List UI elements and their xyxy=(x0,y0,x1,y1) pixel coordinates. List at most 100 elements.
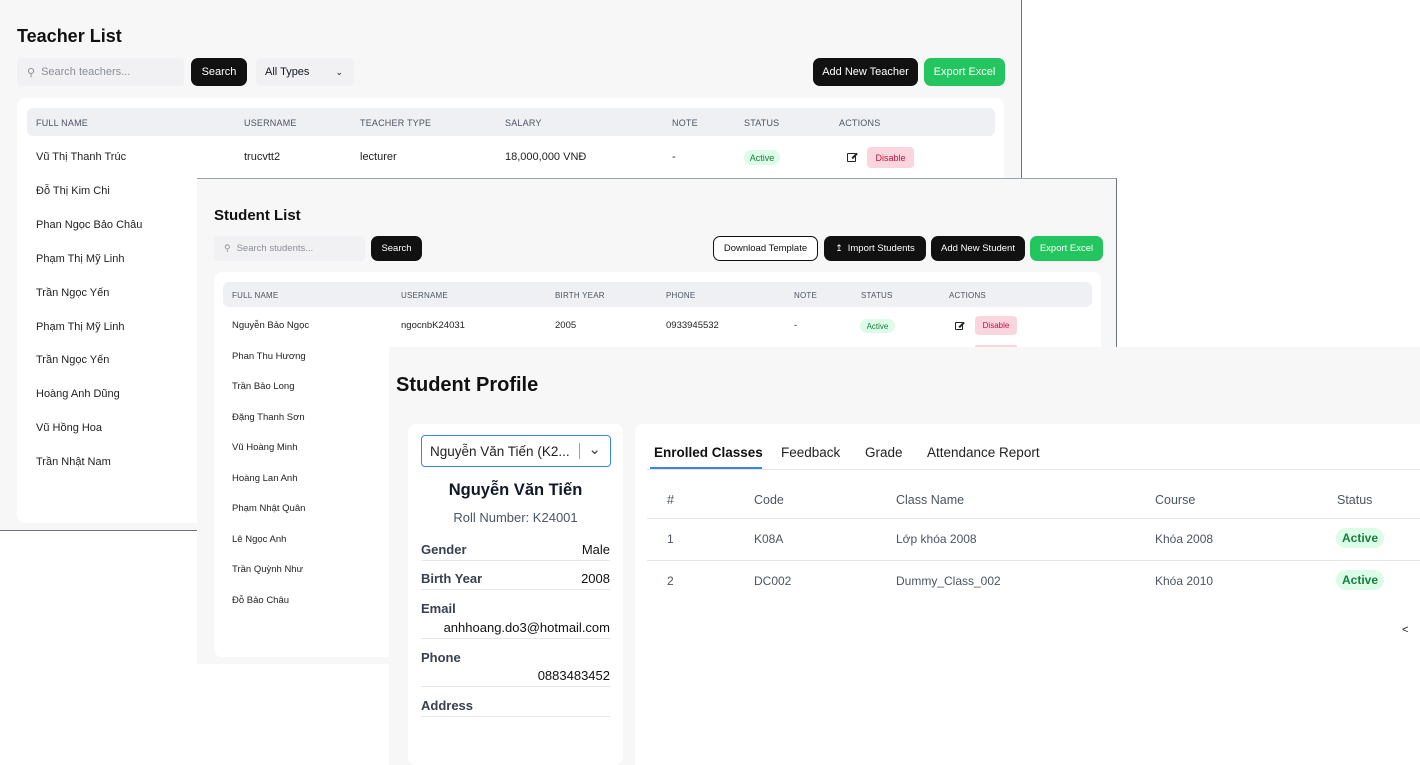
gender-label: Gender xyxy=(421,542,467,557)
col-note: NOTE xyxy=(794,291,818,300)
edit-icon[interactable] xyxy=(955,322,963,330)
upload-icon: ↥ xyxy=(835,243,843,253)
student-name: Phan Thu Hương xyxy=(232,350,306,362)
select-divider xyxy=(579,443,580,459)
import-students-label: Import Students xyxy=(847,243,915,254)
birth-year-value: 2008 xyxy=(581,571,610,586)
profile-info-card: Nguyễn Văn Tiến (K2... ⌄ Nguyễn Văn Tiến… xyxy=(408,424,623,765)
tab-feedback[interactable]: Feedback xyxy=(781,445,840,460)
teacher-name: Phạm Thị Mỹ Linh xyxy=(36,252,125,265)
col-note: NOTE xyxy=(672,118,698,128)
col-status: STATUS xyxy=(744,118,780,128)
divider xyxy=(421,686,610,687)
teacher-name: Trần Ngọc Yến xyxy=(36,286,110,299)
divider xyxy=(647,518,1420,519)
teacher-search-input[interactable]: ⚲ Search teachers... xyxy=(17,58,184,86)
student-birth-year: 2005 xyxy=(555,320,577,331)
add-teacher-button[interactable]: Add New Teacher xyxy=(813,58,918,86)
search-icon: ⚲ xyxy=(224,243,231,253)
student-phone: 0933945532 xyxy=(666,320,719,331)
disable-button[interactable]: Disable xyxy=(867,147,914,168)
teacher-name: Vũ Hồng Hoa xyxy=(36,422,103,435)
student-name: Đặng Thanh Sơn xyxy=(232,411,305,423)
col-number: # xyxy=(667,493,674,507)
teacher-name: Phạm Thị Mỹ Linh xyxy=(36,320,125,333)
student-select[interactable]: Nguyễn Văn Tiến (K2... ⌄ xyxy=(421,435,611,467)
teacher-search-button[interactable]: Search xyxy=(191,58,247,86)
col-status: Status xyxy=(1337,493,1373,507)
add-student-button[interactable]: Add New Student xyxy=(931,236,1025,261)
class-course: Khóa 2010 xyxy=(1155,574,1214,588)
tab-enrolled-classes[interactable]: Enrolled Classes xyxy=(654,445,763,460)
student-select-value: Nguyễn Văn Tiến (K2... xyxy=(430,444,570,459)
tab-attendance-report[interactable]: Attendance Report xyxy=(927,445,1040,460)
student-table-header: FULL NAME USERNAME BIRTH YEAR PHONE NOTE… xyxy=(223,282,1092,307)
student-profile-title: Student Profile xyxy=(396,374,539,396)
student-search-button[interactable]: Search xyxy=(371,236,422,261)
student-name: Nguyễn Bảo Ngọc xyxy=(232,320,310,331)
divider xyxy=(421,560,610,561)
roll-number: Roll Number: K24001 xyxy=(453,510,578,525)
student-name: Nguyễn Văn Tiến xyxy=(448,481,583,499)
student-name: Trần Bảo Long xyxy=(232,381,295,392)
student-name: Đỗ Bảo Châu xyxy=(232,594,290,606)
address-label: Address xyxy=(421,698,474,713)
status-badge: Active xyxy=(744,150,780,165)
col-actions: ACTIONS xyxy=(839,118,881,128)
teacher-type: lecturer xyxy=(360,151,397,163)
student-profile-panel: Student Profile Nguyễn Văn Tiến (K2... ⌄… xyxy=(389,347,1420,765)
student-name: Lê Ngọc Anh xyxy=(232,533,287,545)
teacher-list-title: Teacher List xyxy=(17,26,122,46)
teacher-name: Đỗ Thị Kim Chi xyxy=(36,184,110,197)
class-name: Lớp khóa 2008 xyxy=(896,532,977,546)
gender-value: Male xyxy=(581,542,610,557)
col-username: USERNAME xyxy=(401,291,448,300)
import-students-button[interactable]: ↥ Import Students xyxy=(824,236,926,261)
profile-tabs-card: Enrolled Classes Feedback Grade Attendan… xyxy=(635,424,1420,765)
col-username: USERNAME xyxy=(244,118,297,128)
col-salary: SALARY xyxy=(505,118,542,128)
birth-year-label: Birth Year xyxy=(421,571,483,586)
edit-icon[interactable] xyxy=(847,153,856,162)
download-template-button[interactable]: Download Template xyxy=(713,236,818,261)
class-code: DC002 xyxy=(754,574,792,588)
divider xyxy=(421,638,610,639)
phone-value: 0883483452 xyxy=(537,668,610,683)
teacher-name: Vũ Thị Thanh Trúc xyxy=(36,151,127,163)
col-code: Code xyxy=(754,493,784,507)
teacher-type-filter-value: All Types xyxy=(265,66,310,78)
status-badge: Active xyxy=(1336,570,1384,590)
email-label: Email xyxy=(421,601,456,616)
teacher-name: Phan Ngọc Bảo Châu xyxy=(36,218,143,231)
col-actions: ACTIONS xyxy=(949,291,986,300)
student-search-input[interactable]: ⚲ Search students... xyxy=(214,236,365,261)
col-phone: PHONE xyxy=(666,291,696,300)
col-class-name: Class Name xyxy=(896,493,965,507)
disable-button[interactable]: Disable xyxy=(975,316,1017,335)
col-full-name: FULL NAME xyxy=(232,291,279,300)
student-export-button[interactable]: Export Excel xyxy=(1030,236,1103,261)
col-status: STATUS xyxy=(861,291,893,300)
student-name: Phạm Nhật Quân xyxy=(232,503,306,514)
teacher-name: Trần Nhật Nam xyxy=(36,456,111,469)
col-full-name: FULL NAME xyxy=(36,118,88,128)
teacher-search-placeholder: Search teachers... xyxy=(41,66,131,78)
search-icon: ⚲ xyxy=(27,66,36,79)
class-number: 2 xyxy=(667,574,674,588)
pagination-prev-button[interactable]: < xyxy=(1402,624,1408,636)
tab-grade[interactable]: Grade xyxy=(865,445,903,460)
col-teacher-type: TEACHER TYPE xyxy=(360,118,432,128)
divider xyxy=(421,589,610,590)
chevron-down-icon: ⌄ xyxy=(335,66,343,77)
student-note: - xyxy=(794,320,798,331)
teacher-table-header: FULL NAME USERNAME TEACHER TYPE SALARY N… xyxy=(27,108,995,136)
teacher-salary: 18,000,000 VNĐ xyxy=(505,151,587,163)
divider xyxy=(647,560,1420,561)
student-name: Hoàng Lan Anh xyxy=(232,472,298,484)
teacher-type-filter[interactable]: All Types ⌄ xyxy=(256,58,354,86)
student-search-placeholder: Search students... xyxy=(236,243,314,254)
status-badge: Active xyxy=(1336,528,1384,548)
teacher-export-button[interactable]: Export Excel xyxy=(924,58,1005,86)
tab-divider xyxy=(647,469,1420,470)
student-name: Vũ Hoàng Minh xyxy=(232,442,298,453)
